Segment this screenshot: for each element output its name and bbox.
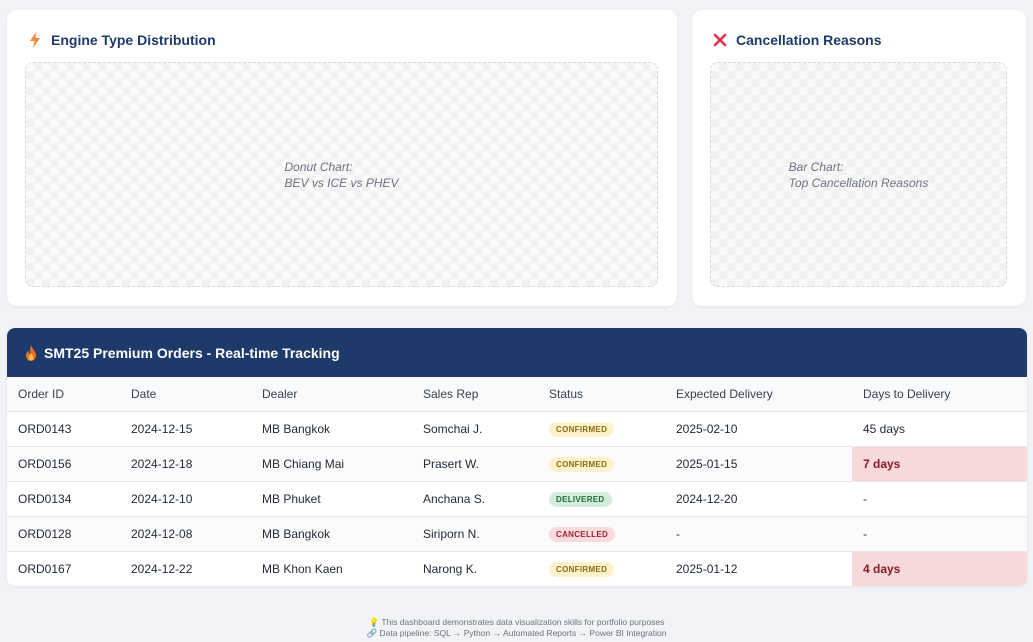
table-cell: 2024-12-15 bbox=[120, 411, 251, 447]
table-cell: Siriporn N. bbox=[412, 516, 538, 552]
orders-header: SMT25 Premium Orders - Real-time Trackin… bbox=[7, 328, 1027, 377]
table-cell: 2024-12-10 bbox=[120, 481, 251, 517]
status-badge: DELIVERED bbox=[549, 491, 612, 507]
placeholder-line2: BEV vs ICE vs PHEV bbox=[284, 175, 399, 190]
table-row[interactable]: ORD0134 2024-12-10 MB Phuket Anchana S. DELI… bbox=[7, 481, 1027, 517]
placeholder-line1: Donut Chart: bbox=[284, 159, 353, 174]
lightning-icon bbox=[27, 32, 43, 48]
column-header[interactable]: Dealer bbox=[251, 377, 412, 412]
table-header-row: Order ID Date Dealer Sales Rep Status Expecte… bbox=[7, 377, 1027, 412]
orders-table: Order ID Date Dealer Sales Rep Status Expecte… bbox=[7, 377, 1027, 586]
table-cell: ORD0143 bbox=[7, 411, 120, 447]
footer: 💡 This dashboard demonstrates data visua… bbox=[0, 617, 1033, 639]
engine-card-title: Engine Type Distribution bbox=[27, 32, 216, 48]
table-cell: 2024-12-20 bbox=[665, 481, 852, 517]
table-cell: MB Khon Kaen bbox=[262, 561, 343, 576]
engine-card-title-text: Engine Type Distribution bbox=[51, 32, 216, 48]
status-badge: CANCELLED bbox=[549, 526, 616, 542]
footer-line2: 🔗 Data pipeline: SQL → Python → Automate… bbox=[366, 628, 667, 638]
orders-panel: SMT25 Premium Orders - Real-time Trackin… bbox=[7, 328, 1027, 586]
table-cell: 7 days bbox=[852, 446, 1027, 482]
table-cell: - bbox=[665, 516, 852, 552]
table-cell: 2025-01-12 bbox=[676, 561, 738, 576]
status-cell: CONFIRMED bbox=[538, 551, 665, 586]
table-cell: ORD0128 bbox=[7, 516, 120, 552]
cancel-card-title-text: Cancellation Reasons bbox=[736, 32, 882, 48]
status-cell: DELIVERED bbox=[538, 481, 665, 517]
table-cell: ORD0156 bbox=[7, 446, 120, 482]
table-cell: MB Bangkok bbox=[251, 411, 412, 447]
table-cell: Narong K. bbox=[423, 561, 478, 576]
column-header[interactable]: Expected Delivery bbox=[665, 377, 852, 412]
table-cell: - bbox=[852, 516, 1027, 552]
table-cell: Anchana S. bbox=[412, 481, 538, 517]
table-cell: Somchai J. bbox=[412, 411, 538, 447]
table-cell: 2024-12-22 bbox=[131, 561, 193, 576]
table-row[interactable]: ORD0143 2024-12-15 MB Bangkok Somchai J. CON… bbox=[7, 411, 1027, 447]
status-badge: CONFIRMED bbox=[549, 561, 615, 577]
placeholder-line2: Top Cancellation Reasons bbox=[788, 175, 929, 190]
table-row[interactable]: ORD0167 2024-12-22 MB Khon Kaen Narong K. CO… bbox=[7, 551, 1027, 586]
donut-chart-placeholder: Donut Chart: BEV vs ICE vs PHEV bbox=[25, 62, 658, 287]
table-cell: 2025-02-10 bbox=[665, 411, 852, 447]
column-header[interactable]: Order ID bbox=[7, 377, 120, 412]
table-cell: - bbox=[852, 481, 1027, 517]
table-cell: MB Chiang Mai bbox=[251, 446, 412, 482]
table-cell: MB Bangkok bbox=[251, 516, 412, 552]
status-badge: CONFIRMED bbox=[549, 421, 615, 437]
cancel-card-title: Cancellation Reasons bbox=[712, 32, 882, 48]
footer-line1: 💡 This dashboard demonstrates data visua… bbox=[368, 617, 665, 627]
table-cell: ORD0134 bbox=[7, 481, 120, 517]
status-cell: CONFIRMED bbox=[538, 411, 665, 447]
table-cell: MB Phuket bbox=[251, 481, 412, 517]
engine-type-card: Engine Type Distribution Donut Chart: BE… bbox=[7, 10, 677, 306]
table-cell: 2024-12-08 bbox=[120, 516, 251, 552]
status-badge: CONFIRMED bbox=[549, 456, 615, 472]
table-cell: ORD0167 bbox=[18, 561, 72, 576]
fire-icon bbox=[24, 344, 38, 361]
bar-chart-placeholder: Bar Chart: Top Cancellation Reasons bbox=[710, 62, 1007, 287]
column-header[interactable]: Status bbox=[538, 377, 665, 412]
orders-title: SMT25 Premium Orders - Real-time Trackin… bbox=[44, 344, 340, 361]
column-header[interactable]: Sales Rep bbox=[412, 377, 538, 412]
placeholder-line1: Bar Chart: bbox=[788, 159, 844, 174]
table-cell: 2025-01-15 bbox=[665, 446, 852, 482]
status-cell: CONFIRMED bbox=[538, 446, 665, 482]
table-cell: Prasert W. bbox=[412, 446, 538, 482]
table-row[interactable]: ORD0128 2024-12-08 MB Bangkok Siriporn N. CA… bbox=[7, 516, 1027, 552]
table-cell: 45 days bbox=[852, 411, 1027, 447]
x-icon bbox=[712, 32, 728, 48]
status-cell: CANCELLED bbox=[538, 516, 665, 552]
table-row[interactable]: ORD0156 2024-12-18 MB Chiang Mai Prasert W.… bbox=[7, 446, 1027, 482]
column-header[interactable]: Date bbox=[120, 377, 251, 412]
table-cell: 2024-12-18 bbox=[120, 446, 251, 482]
cancellation-reasons-card: Cancellation Reasons Bar Chart: Top Canc… bbox=[692, 10, 1026, 306]
table-cell: 4 days bbox=[852, 551, 1027, 586]
column-header[interactable]: Days to Delivery bbox=[852, 377, 1027, 412]
